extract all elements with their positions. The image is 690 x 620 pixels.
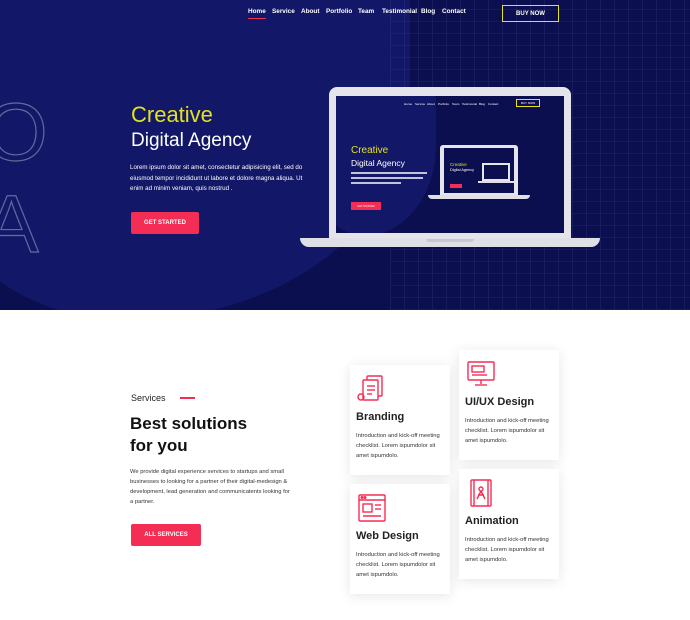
- card-title: Branding: [356, 411, 405, 423]
- preview-nav-testimonial: Testimonial: [462, 102, 478, 106]
- service-card-branding[interactable]: Branding Introduction and kick-off meeti…: [350, 365, 450, 475]
- preview-nav-about: About: [427, 102, 435, 106]
- preview-mini-laptop-base: [478, 181, 514, 183]
- all-services-button[interactable]: ALL SERVICES: [131, 524, 201, 546]
- hero-description: Lorem ipsum dolor sit amet, consectetur …: [130, 164, 303, 192]
- card-text: Introduction and kick-off meeting checkl…: [465, 418, 549, 444]
- service-card-web-design[interactable]: Web Design Introduction and kick-off mee…: [350, 484, 450, 594]
- preview-nav-blog: Blog: [479, 102, 486, 106]
- card-title: Animation: [465, 515, 519, 527]
- preview-nav-team: Team: [452, 102, 460, 106]
- nav-item-team[interactable]: Team: [358, 8, 374, 15]
- nav-item-contact[interactable]: Contact: [442, 8, 466, 15]
- nav-item-about[interactable]: About: [301, 8, 319, 15]
- web-design-icon: [356, 492, 388, 524]
- branding-icon: [356, 373, 388, 405]
- services-heading-line1: Best solutions: [130, 414, 248, 433]
- nav-item-testimonial[interactable]: Testimonial: [382, 8, 417, 15]
- hero-title-creative: Creative: [131, 102, 213, 127]
- card-text: Introduction and kick-off meeting checkl…: [356, 433, 440, 459]
- hero-bg-letter-a: A: [0, 179, 39, 270]
- preview-mini-laptop-screen: [484, 165, 508, 179]
- preview-get-started: GET STARTED: [351, 202, 381, 210]
- preview-text-line: [351, 172, 427, 174]
- buy-now-button[interactable]: BUY NOW: [502, 5, 559, 22]
- preview-laptop-base: [428, 195, 530, 199]
- card-title: Web Design: [356, 530, 419, 542]
- services-description: We provide digital experience services t…: [130, 469, 290, 505]
- hero-title-agency: Digital Agency: [131, 130, 252, 151]
- preview-nav-home: Home: [404, 102, 413, 106]
- preview-title-creative: Creative: [351, 145, 389, 156]
- monitor-design-icon: [465, 358, 497, 390]
- laptop-screen: Home Service About Portfolio Team Testim…: [336, 96, 564, 233]
- preview-mini-button: [450, 184, 462, 188]
- preview-nav-service: Service: [415, 102, 426, 106]
- nav-item-portfolio[interactable]: Portfolio: [326, 8, 352, 15]
- preview-laptop-screen: Creative Digital Agency: [444, 148, 514, 193]
- hero-section: O A Home Service About Portfolio Team Te…: [0, 0, 690, 310]
- get-started-button[interactable]: GET STARTED: [131, 212, 199, 234]
- nav-item-service[interactable]: Service: [272, 8, 295, 15]
- services-heading: Best solutions for you: [130, 413, 300, 457]
- animation-icon: [465, 477, 497, 509]
- preview-text-line: [351, 177, 423, 179]
- service-card-animation[interactable]: Animation Introduction and kick-off meet…: [459, 469, 559, 579]
- service-card-uiux-design[interactable]: UI/UX Design Introduction and kick-off m…: [459, 350, 559, 460]
- services-heading-line2: for you: [130, 436, 188, 455]
- preview-nav-portfolio: Portfolio: [438, 102, 450, 106]
- services-label-dash: [180, 397, 195, 399]
- nav-item-blog[interactable]: Blog: [421, 8, 435, 15]
- card-text: Introduction and kick-off meeting checkl…: [465, 537, 549, 563]
- main-navigation: Home Service About Portfolio Team Testim…: [0, 0, 690, 28]
- preview-buy-button: BUY NOW: [516, 99, 540, 107]
- hero-bg-letter-o: O: [0, 87, 48, 178]
- nav-item-home[interactable]: Home: [248, 8, 266, 19]
- preview-mini-title-creative: Creative: [450, 162, 467, 167]
- services-label: Services: [131, 393, 166, 403]
- preview-title-agency: Digital Agency: [351, 158, 405, 168]
- preview-mini-title-agency: Digital Agency: [450, 168, 475, 172]
- laptop-notch: [426, 239, 474, 242]
- preview-nav-contact: Contact: [488, 102, 499, 106]
- preview-text-line: [351, 182, 401, 184]
- laptop-mockup: Home Service About Portfolio Team Testim…: [300, 87, 600, 249]
- card-text: Introduction and kick-off meeting checkl…: [356, 552, 440, 578]
- card-title: UI/UX Design: [465, 396, 535, 408]
